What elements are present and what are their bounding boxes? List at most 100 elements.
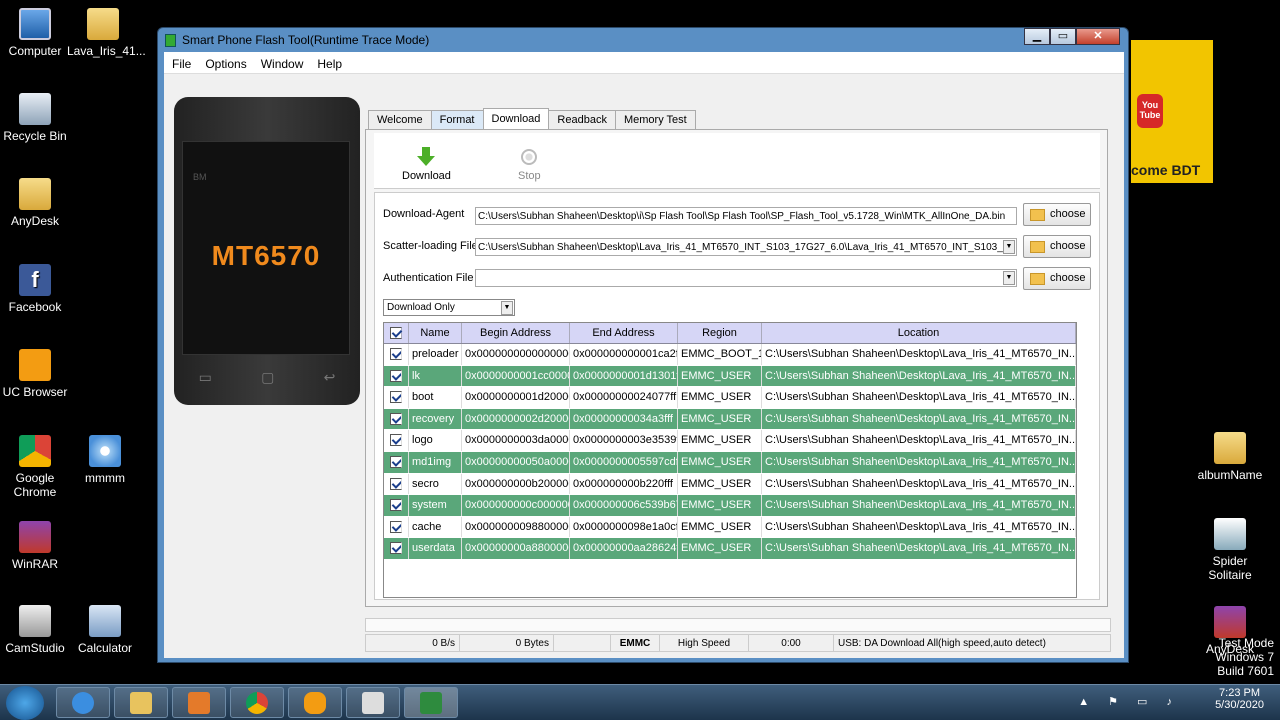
- table-row[interactable]: userdata 0x00000000a8800000 0x00000000aa28…: [384, 538, 1076, 560]
- cell-name: system: [409, 495, 462, 516]
- stop-button[interactable]: Stop: [518, 147, 541, 182]
- download-panel: Download Stop Download-Agent C:\Users\Su…: [365, 129, 1108, 607]
- column-end[interactable]: End Address: [570, 323, 678, 343]
- status-mode: High Speed: [659, 634, 749, 652]
- taskbar-uc[interactable]: [288, 687, 342, 718]
- menu-help[interactable]: Help: [317, 52, 352, 73]
- menu-file[interactable]: File: [172, 52, 201, 73]
- cell-region: EMMC_USER: [678, 473, 762, 495]
- cell-location: C:\Users\Subhan Shaheen\Desktop\Lava_Iri…: [762, 516, 1076, 538]
- row-checkbox[interactable]: [384, 516, 409, 538]
- download-button[interactable]: Download: [402, 147, 451, 182]
- left-icon-1[interactable]: Lava_Iris_41...: [67, 8, 146, 58]
- auth-file-select[interactable]: ▼: [475, 269, 1017, 287]
- row-checkbox[interactable]: [384, 495, 409, 516]
- cell-region: EMMC_USER: [678, 408, 762, 430]
- chevron-down-icon[interactable]: ▼: [1003, 271, 1015, 285]
- table-row[interactable]: logo 0x0000000003da0000 0x0000000003e3539f…: [384, 430, 1076, 452]
- right-icon-1[interactable]: Spider Solitaire: [1194, 518, 1266, 582]
- choose-scatter-button[interactable]: choose: [1023, 235, 1091, 258]
- chevron-down-icon[interactable]: ▼: [1003, 240, 1015, 254]
- cell-region: EMMC_USER: [678, 516, 762, 538]
- left-icon-10[interactable]: Calculator: [69, 605, 141, 655]
- cell-end: 0x0000000098e1a0cf: [570, 516, 678, 538]
- table-header: Name Begin Address End Address Region Lo…: [384, 323, 1076, 344]
- table-row[interactable]: md1img 0x00000000050a0000 0x0000000005597c…: [384, 451, 1076, 474]
- left-icon-4[interactable]: f Facebook: [0, 264, 71, 314]
- back-key-icon: ↩: [323, 369, 336, 385]
- column-location[interactable]: Location: [762, 323, 1076, 343]
- window-titlebar[interactable]: Smart Phone Flash Tool(Runtime Trace Mod…: [158, 28, 1128, 52]
- folder-icon: [1030, 209, 1045, 221]
- table-row[interactable]: preloader 0x0000000000000000 0x00000000000…: [384, 344, 1076, 366]
- check-icon: [390, 434, 402, 447]
- taskbar-chrome[interactable]: [230, 687, 284, 718]
- select-all-checkbox[interactable]: [384, 323, 409, 343]
- ie-icon: [72, 692, 94, 714]
- column-name[interactable]: Name: [409, 323, 462, 343]
- row-checkbox[interactable]: [384, 451, 409, 473]
- window-client: File Options Window Help BM MT6570 ▭ ▢ ↩…: [164, 52, 1124, 658]
- minimize-button[interactable]: ▁: [1024, 28, 1050, 45]
- scatter-file-select[interactable]: C:\Users\Subhan Shaheen\Desktop\Lava_Iri…: [475, 238, 1017, 256]
- taskbar-media[interactable]: [172, 687, 226, 718]
- taskbar-ie[interactable]: [56, 687, 110, 718]
- row-checkbox[interactable]: [384, 387, 409, 408]
- tab-download[interactable]: Download: [482, 108, 550, 129]
- cell-location: C:\Users\Subhan Shaheen\Desktop\Lava_Iri…: [762, 495, 1076, 516]
- maximize-button[interactable]: ▭: [1050, 28, 1076, 45]
- system-tray[interactable]: ▲ ⚑ ▭ ♪: [1078, 695, 1180, 708]
- right-icon-0[interactable]: albumName: [1194, 432, 1266, 482]
- left-icon-5[interactable]: UC Browser: [0, 349, 71, 399]
- row-checkbox[interactable]: [384, 408, 409, 430]
- clock[interactable]: 7:23 PM 5/30/2020: [1215, 687, 1264, 711]
- table-row[interactable]: recovery 0x0000000002d20000 0x00000000034a…: [384, 408, 1076, 431]
- row-checkbox[interactable]: [384, 430, 409, 451]
- chevron-down-icon[interactable]: ▼: [501, 301, 513, 315]
- row-checkbox[interactable]: [384, 538, 409, 559]
- close-button[interactable]: ✕: [1076, 28, 1120, 45]
- menu-options[interactable]: Options: [205, 52, 256, 73]
- menu-window[interactable]: Window: [261, 52, 314, 73]
- column-region[interactable]: Region: [678, 323, 762, 343]
- left-icon-2[interactable]: Recycle Bin: [0, 93, 71, 143]
- camstudio-icon: [19, 605, 51, 637]
- left-icon-7[interactable]: mmmm: [69, 435, 141, 485]
- cell-region: EMMC_USER: [678, 495, 762, 516]
- table-row[interactable]: system 0x000000000c000000 0x000000006c539b…: [384, 495, 1076, 517]
- row-checkbox[interactable]: [384, 473, 409, 495]
- table-row[interactable]: secro 0x000000000b200000 0x000000000b220ff…: [384, 473, 1076, 496]
- row-checkbox[interactable]: [384, 365, 409, 387]
- taskbar-window[interactable]: [346, 687, 400, 718]
- check-icon: [390, 499, 402, 512]
- choose-auth-button[interactable]: choose: [1023, 267, 1091, 290]
- tab-format[interactable]: Format: [430, 110, 484, 129]
- column-begin[interactable]: Begin Address: [462, 323, 570, 343]
- left-icon-9[interactable]: CamStudio: [0, 605, 71, 655]
- left-icon-6[interactable]: Google Chrome: [0, 435, 71, 499]
- cell-name: recovery: [409, 408, 462, 430]
- table-row[interactable]: lk 0x0000000001cc0000 0x0000000001d1301f EM…: [384, 365, 1076, 388]
- cell-begin: 0x0000000000000000: [462, 344, 570, 365]
- cell-region: EMMC_USER: [678, 451, 762, 473]
- cell-location: C:\Users\Subhan Shaheen\Desktop\Lava_Iri…: [762, 387, 1076, 408]
- window-icon: [362, 692, 384, 714]
- tab-welcome[interactable]: Welcome: [368, 110, 432, 129]
- download-agent-field[interactable]: C:\Users\Subhan Shaheen\Desktop\i\Sp Fla…: [475, 207, 1017, 225]
- status-usb: USB: DA Download All(high speed,auto det…: [833, 634, 1111, 652]
- left-icon-8[interactable]: WinRAR: [0, 521, 71, 571]
- taskbar-explorer[interactable]: [114, 687, 168, 718]
- table-row[interactable]: cache 0x0000000098800000 0x0000000098e1a0c…: [384, 516, 1076, 539]
- left-icon-3[interactable]: AnyDesk: [0, 178, 71, 228]
- start-button[interactable]: [6, 686, 44, 720]
- taskbar-flash-tool[interactable]: [404, 687, 458, 718]
- download-mode-select[interactable]: Download Only ▼: [383, 299, 515, 316]
- tab-memory-test[interactable]: Memory Test: [614, 110, 696, 129]
- tab-readback[interactable]: Readback: [548, 110, 616, 129]
- check-icon: [390, 412, 402, 425]
- choose-download-agent-button[interactable]: choose: [1023, 203, 1091, 226]
- table-row[interactable]: boot 0x0000000001d20000 0x00000000024077ff…: [384, 387, 1076, 409]
- row-checkbox[interactable]: [384, 344, 409, 365]
- left-icon-0[interactable]: Computer: [0, 8, 71, 58]
- youtube-logo-icon: You Tube: [1137, 94, 1163, 128]
